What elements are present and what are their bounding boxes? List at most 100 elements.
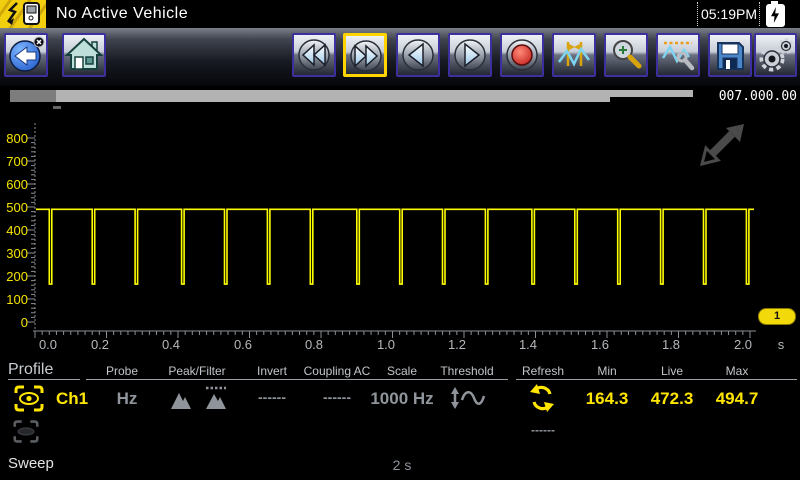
- sweep-value[interactable]: 2 s: [393, 457, 412, 473]
- eye-off-icon: [13, 419, 39, 444]
- threshold-button[interactable]: [448, 386, 486, 416]
- header-refresh: Refresh: [522, 364, 564, 378]
- x-tick-label: 0.8: [298, 337, 330, 352]
- skip-back-icon: [294, 35, 334, 75]
- waveform-setup-icon: [658, 35, 698, 75]
- device-icon: [0, 0, 46, 28]
- scan-tool-logo-icon[interactable]: [0, 0, 46, 28]
- buffer-used-segment: [10, 90, 56, 102]
- zoom-button[interactable]: [604, 33, 648, 77]
- y-tick-label: 300: [0, 246, 28, 261]
- title-bar: No Active Vehicle 05:19PM: [0, 0, 800, 28]
- clock: 05:19PM: [700, 6, 758, 22]
- header-live: Live: [661, 364, 683, 378]
- refresh-button[interactable]: [528, 384, 556, 417]
- skip-back-button[interactable]: [292, 33, 336, 77]
- zoom-icon: [606, 35, 646, 75]
- expand-icon: [698, 122, 748, 168]
- header-scale: Scale: [387, 364, 417, 378]
- page-title: No Active Vehicle: [56, 5, 188, 23]
- peak-detect-button[interactable]: [169, 389, 193, 415]
- buffer-scrollbar[interactable]: [10, 90, 693, 102]
- x-axis-unit: s: [765, 337, 797, 352]
- previous-button[interactable]: [396, 33, 440, 77]
- cursors-icon: [554, 35, 594, 75]
- cursors-button[interactable]: [552, 33, 596, 77]
- back-icon: [6, 35, 46, 75]
- x-tick-label: 0.2: [84, 337, 116, 352]
- buffer-position-indicator[interactable]: [610, 97, 700, 102]
- fast-forward-button[interactable]: [343, 33, 387, 77]
- ch1-waveform: [36, 209, 754, 284]
- refresh-icon: [528, 384, 556, 412]
- channel-1-visibility-toggle[interactable]: [14, 385, 44, 417]
- header-coupling: Coupling AC: [304, 364, 371, 378]
- save-icon: [710, 35, 750, 75]
- save-button[interactable]: [708, 33, 752, 77]
- previous-icon: [398, 35, 438, 75]
- x-tick-label: 1.6: [584, 337, 616, 352]
- expand-graph-button[interactable]: [698, 122, 748, 168]
- y-tick-label: 100: [0, 292, 28, 307]
- divider: [8, 379, 80, 380]
- y-tick-label: 600: [0, 177, 28, 192]
- live-value: 472.3: [651, 389, 694, 409]
- waveform-setup-button[interactable]: [656, 33, 700, 77]
- divider: [759, 2, 760, 26]
- x-tick-label: 1.4: [512, 337, 544, 352]
- header-probe: Probe: [106, 364, 138, 378]
- filter-icon: [203, 385, 229, 410]
- channel-1-marker[interactable]: 1: [758, 308, 796, 325]
- min-value: 164.3: [586, 389, 629, 409]
- profile-section-title: Profile: [8, 361, 53, 379]
- header-min: Min: [597, 364, 616, 378]
- max-value: 494.7: [716, 389, 759, 409]
- channel-1-label[interactable]: Ch1: [56, 389, 88, 409]
- record-icon: [502, 35, 542, 75]
- back-button[interactable]: [4, 33, 48, 77]
- y-tick-label: 0: [0, 315, 28, 330]
- header-peak-filter: Peak/Filter: [168, 364, 225, 378]
- scope-graph: [0, 105, 800, 360]
- header-invert: Invert: [257, 364, 287, 378]
- y-tick-label: 500: [0, 200, 28, 215]
- header-threshold: Threshold: [440, 364, 493, 378]
- channel-2-visibility-toggle[interactable]: [13, 419, 39, 449]
- header-max: Max: [726, 364, 749, 378]
- home-icon: [64, 35, 104, 75]
- invert-value[interactable]: ------: [258, 389, 286, 405]
- scale-value[interactable]: 1000 Hz: [370, 389, 433, 409]
- divider: [86, 379, 508, 380]
- home-button[interactable]: [62, 33, 106, 77]
- toolbar: [0, 28, 800, 86]
- sweep-label: Sweep: [8, 455, 54, 472]
- y-tick-label: 700: [0, 154, 28, 169]
- scope-screen: No Active Vehicle 05:19PM: [0, 0, 800, 480]
- y-tick-label: 800: [0, 131, 28, 146]
- settings-gears-icon: [756, 35, 795, 75]
- refresh-note: ------: [531, 423, 555, 437]
- x-tick-label: 1.8: [655, 337, 687, 352]
- frame-counter: 007.000.00: [700, 89, 797, 104]
- x-tick-label: 0.6: [227, 337, 259, 352]
- next-icon: [450, 35, 490, 75]
- divider: [697, 2, 698, 26]
- settings-button[interactable]: [754, 33, 797, 77]
- x-tick-label: 2.0: [727, 337, 759, 352]
- threshold-icon: [448, 386, 486, 411]
- x-tick-label: 0.4: [155, 337, 187, 352]
- x-tick-label: 0.0: [32, 337, 64, 352]
- fast-forward-icon: [346, 36, 386, 76]
- x-tick-label: 1.2: [441, 337, 473, 352]
- coupling-value[interactable]: ------: [323, 389, 351, 405]
- next-button[interactable]: [448, 33, 492, 77]
- eye-icon: [14, 385, 44, 412]
- y-tick-label: 400: [0, 223, 28, 238]
- x-tick-label: 1.0: [370, 337, 402, 352]
- filter-button[interactable]: [203, 385, 229, 415]
- record-button[interactable]: [500, 33, 544, 77]
- peak-detect-icon: [169, 389, 193, 410]
- probe-value[interactable]: Hz: [117, 389, 138, 409]
- y-tick-label: 200: [0, 269, 28, 284]
- battery-charging-icon: [766, 4, 785, 27]
